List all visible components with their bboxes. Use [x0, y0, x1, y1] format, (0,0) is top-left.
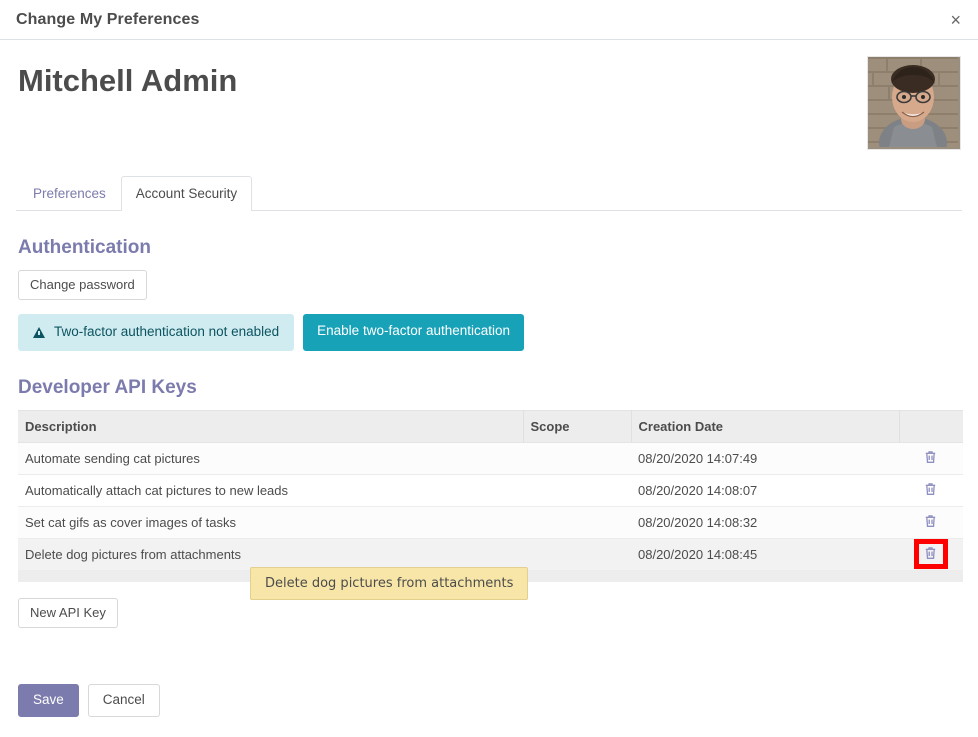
save-button[interactable]: Save: [18, 684, 79, 717]
new-api-key-row: New API Key: [18, 598, 962, 628]
table-row[interactable]: Automatically attach cat pictures to new…: [18, 474, 963, 506]
tab-preferences[interactable]: Preferences: [18, 176, 121, 211]
avatar-image: [868, 57, 958, 147]
cell-actions: [899, 474, 963, 506]
warning-triangle-icon: [33, 327, 45, 338]
cell-actions: [899, 506, 963, 538]
cell-actions: [899, 442, 963, 474]
footer-actions: Save Cancel: [18, 684, 962, 717]
table-row[interactable]: Delete dog pictures from attachments 08/…: [18, 538, 963, 570]
tab-account-security[interactable]: Account Security: [121, 176, 252, 211]
modal-title: Change My Preferences: [16, 11, 200, 29]
trash-icon[interactable]: [924, 482, 937, 496]
table-header-row: Description Scope Creation Date: [18, 410, 963, 442]
api-keys-table: Description Scope Creation Date Automate…: [18, 410, 963, 583]
two-factor-row: Two-factor authentication not enabled En…: [18, 314, 962, 351]
tab-bar: Preferences Account Security: [16, 176, 962, 211]
cell-scope: [523, 442, 631, 474]
modal-header: Change My Preferences ×: [0, 0, 978, 40]
cell-description: Delete dog pictures from attachments: [18, 538, 523, 570]
cell-scope: [523, 506, 631, 538]
api-keys-table-body: Automate sending cat pictures 08/20/2020…: [18, 442, 963, 570]
cell-description: Automate sending cat pictures: [18, 442, 523, 474]
api-keys-table-head: Description Scope Creation Date: [18, 410, 963, 442]
close-icon[interactable]: ×: [946, 9, 965, 31]
column-header-actions: [899, 410, 963, 442]
cell-creation-date: 08/20/2020 14:08:45: [631, 538, 899, 570]
tooltip: Delete dog pictures from attachments: [250, 567, 528, 600]
cell-creation-date: 08/20/2020 14:07:49: [631, 442, 899, 474]
new-api-key-button[interactable]: New API Key: [18, 598, 118, 628]
enable-two-factor-button[interactable]: Enable two-factor authentication: [303, 314, 524, 351]
cell-creation-date: 08/20/2020 14:08:32: [631, 506, 899, 538]
change-password-row: Change password: [18, 270, 962, 300]
cell-description: Automatically attach cat pictures to new…: [18, 474, 523, 506]
trash-icon[interactable]: [924, 450, 937, 464]
avatar[interactable]: [867, 56, 961, 150]
cell-creation-date: 08/20/2020 14:08:07: [631, 474, 899, 506]
cell-scope: [523, 474, 631, 506]
cell-description: Set cat gifs as cover images of tasks: [18, 506, 523, 538]
modal-body: Mitchell Admin: [0, 40, 978, 717]
trash-icon[interactable]: [924, 514, 937, 528]
page-title: Mitchell Admin: [18, 64, 237, 98]
column-header-description: Description: [18, 410, 523, 442]
two-factor-status-badge: Two-factor authentication not enabled: [18, 314, 294, 351]
change-password-button[interactable]: Change password: [18, 270, 147, 300]
table-row[interactable]: Set cat gifs as cover images of tasks 08…: [18, 506, 963, 538]
authentication-section-title: Authentication: [18, 237, 962, 260]
api-keys-section-title: Developer API Keys: [18, 377, 962, 400]
table-row[interactable]: Automate sending cat pictures 08/20/2020…: [18, 442, 963, 474]
record-header: Mitchell Admin: [16, 56, 962, 150]
column-header-creation-date: Creation Date: [631, 410, 899, 442]
two-factor-status-label: Two-factor authentication not enabled: [54, 323, 279, 342]
trash-icon[interactable]: [924, 546, 937, 560]
column-header-scope: Scope: [523, 410, 631, 442]
cell-actions: [899, 538, 963, 570]
cancel-button[interactable]: Cancel: [88, 684, 160, 717]
cell-scope: [523, 538, 631, 570]
